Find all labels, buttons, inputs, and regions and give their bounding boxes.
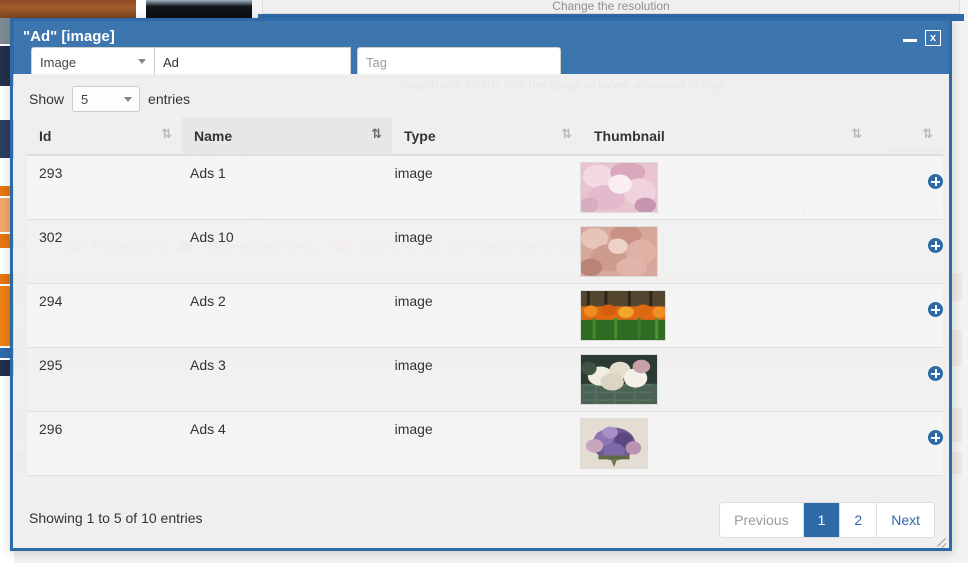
modal-header: "Ad" [image] x Image Ad Tag — [13, 21, 949, 77]
cell-thumbnail — [568, 156, 850, 219]
thumbnail-image-white-roses-bouquet — [579, 354, 658, 405]
column-header-thumbnail-label: Thumbnail — [594, 128, 665, 144]
table-info: Showing 1 to 5 of 10 entries — [29, 510, 203, 526]
resize-grip-icon[interactable] — [935, 534, 947, 546]
thumbnail-image-purple-flower-bouquet — [579, 418, 648, 469]
cell-thumbnail — [568, 284, 850, 347]
cell-thumbnail — [568, 220, 850, 283]
sort-icon: ⇅ — [561, 127, 572, 142]
cell-action — [850, 348, 943, 381]
type-select-value: Image — [40, 54, 77, 70]
window-controls: x — [903, 30, 941, 46]
modal-body: Show 5 entries Id ⇅ Name ⇅ Type ⇅ Thumbn… — [13, 74, 949, 548]
table-row[interactable]: 302 Ads 10 image — [27, 220, 943, 283]
tag-input-placeholder: Tag — [366, 54, 387, 70]
pagination-previous[interactable]: Previous — [720, 503, 804, 537]
add-button[interactable] — [928, 302, 943, 317]
minimize-icon[interactable] — [903, 31, 917, 45]
column-header-thumbnail[interactable]: Thumbnail ⇅ — [582, 117, 872, 155]
background-resolution-panel: Change the resolution — [262, 0, 960, 14]
cell-id: 295 — [39, 357, 63, 373]
cell-id: 294 — [39, 293, 63, 309]
column-header-name-label: Name — [194, 128, 233, 144]
column-header-action[interactable]: ⇅ — [872, 117, 943, 155]
cell-type: image — [394, 421, 433, 437]
background-thumbnail-strip — [0, 0, 262, 18]
sort-icon: ⇅ — [922, 127, 933, 142]
length-menu-prefix: Show — [29, 91, 65, 107]
background-thumbnail-dark — [146, 0, 252, 18]
column-header-type-label: Type — [404, 128, 436, 144]
cell-name: Ads 1 — [190, 165, 226, 181]
cell-id: 296 — [39, 421, 63, 437]
cell-id: 302 — [39, 229, 63, 245]
cell-action — [850, 220, 943, 253]
table-row[interactable]: 295 Ads 3 image — [27, 348, 943, 411]
add-button[interactable] — [928, 174, 943, 189]
length-menu: Show 5 entries — [29, 86, 190, 112]
add-button[interactable] — [928, 238, 943, 253]
background-thumbnail-wood — [0, 0, 136, 18]
add-button[interactable] — [928, 430, 943, 445]
entries-select-value: 5 — [81, 91, 89, 107]
sort-icon: ⇅ — [851, 127, 862, 142]
cell-name: Ads 4 — [190, 421, 226, 437]
pagination-next[interactable]: Next — [877, 503, 934, 537]
type-select[interactable]: Image — [31, 47, 155, 77]
table-row[interactable]: 296 Ads 4 image — [27, 412, 943, 475]
thumbnail-image-pink-cherry-blossom — [579, 162, 658, 213]
cell-name: Ads 10 — [190, 229, 234, 245]
cell-action — [850, 156, 943, 189]
sort-icon: ⇅ — [161, 127, 172, 142]
cell-action — [850, 284, 943, 317]
cell-thumbnail — [568, 412, 850, 475]
chevron-down-icon — [138, 59, 146, 64]
modal-footer: Showing 1 to 5 of 10 entries Previous 1 … — [13, 492, 949, 548]
add-button[interactable] — [928, 366, 943, 381]
tag-input[interactable]: Tag — [357, 47, 561, 77]
cell-type: image — [394, 165, 433, 181]
thumbnail-image-pink-blossom-cluster — [579, 226, 658, 277]
ad-image-modal[interactable]: "Ad" [image] x Image Ad Tag Show 5 entri… — [10, 18, 952, 551]
cell-type: image — [394, 357, 433, 373]
cell-type: image — [394, 293, 433, 309]
cell-action — [850, 412, 943, 445]
name-input[interactable]: Ad — [155, 47, 351, 77]
column-header-id[interactable]: Id ⇅ — [27, 117, 182, 155]
name-input-value: Ad — [163, 54, 179, 70]
pagination-page-2[interactable]: 2 — [840, 503, 878, 537]
table-body: 293 Ads 1 image 302 Ads 10 image 294 Ads… — [27, 156, 943, 476]
entries-select[interactable]: 5 — [72, 86, 141, 112]
modal-title: "Ad" [image] — [23, 28, 115, 45]
cell-thumbnail — [568, 348, 850, 411]
table-header-row: Id ⇅ Name ⇅ Type ⇅ Thumbnail ⇅ ⇅ — [27, 117, 943, 156]
cell-name: Ads 3 — [190, 357, 226, 373]
filter-bar: Image Ad Tag — [31, 47, 561, 77]
length-menu-suffix: entries — [148, 91, 191, 107]
column-header-name[interactable]: Name ⇅ — [182, 117, 392, 155]
cell-type: image — [394, 229, 433, 245]
pagination: Previous 1 2 Next — [719, 502, 935, 538]
table-row[interactable]: 294 Ads 2 image — [27, 284, 943, 347]
background-thumbnail-gap — [136, 0, 146, 18]
cell-id: 293 — [39, 165, 63, 181]
thumbnail-image-orange-tulip-field — [579, 290, 666, 341]
background-resolution-label: Change the resolution — [552, 0, 670, 13]
results-table: Id ⇅ Name ⇅ Type ⇅ Thumbnail ⇅ ⇅ 293 Ads… — [27, 117, 943, 476]
column-header-id-label: Id — [39, 128, 52, 144]
column-header-type[interactable]: Type ⇅ — [392, 117, 582, 155]
pagination-page-1[interactable]: 1 — [803, 503, 841, 537]
close-icon[interactable]: x — [925, 30, 941, 46]
cell-name: Ads 2 — [190, 293, 226, 309]
chevron-down-icon — [124, 97, 133, 102]
sort-icon-active: ⇅ — [371, 127, 382, 142]
table-row[interactable]: 293 Ads 1 image — [27, 156, 943, 219]
